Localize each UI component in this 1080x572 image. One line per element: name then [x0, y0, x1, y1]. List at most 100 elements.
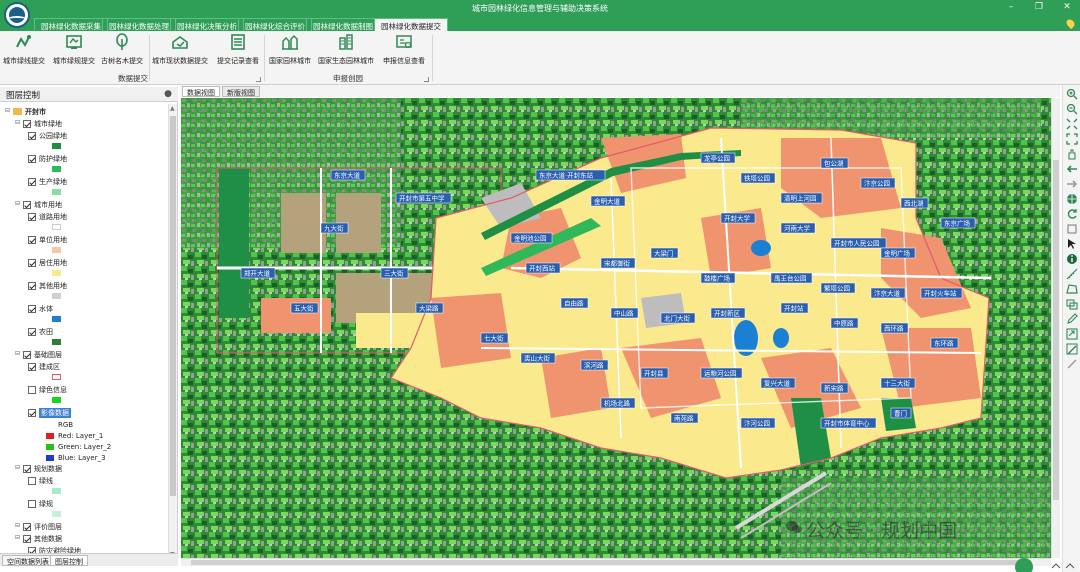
layer-tree-item[interactable]: 单位用地 [28, 234, 67, 245]
pin-icon[interactable]: ● [164, 89, 172, 99]
layer-checkbox[interactable] [23, 350, 31, 359]
layer-checkbox[interactable] [28, 362, 36, 371]
map-view[interactable]: 东京大道 东京大道·开封东站 金明大道 九大街 郑开大道 三大街 五大街 大梁路 七大街 开封市第… [181, 98, 1051, 558]
layer-tree-item[interactable]: 绿线 [28, 475, 53, 486]
close-icon[interactable]: ✕ [1060, 2, 1074, 12]
layer-checkbox[interactable] [28, 177, 36, 186]
collapse-icon[interactable]: ⊟ [14, 465, 21, 472]
layer-tree-item[interactable]: 农田 [28, 326, 53, 337]
green-line-submit-button[interactable]: 城市绿线提交 [2, 33, 46, 71]
layer-stack-icon[interactable] [1066, 298, 1078, 310]
zoom-in-icon[interactable] [1066, 88, 1078, 100]
export-icon[interactable] [1066, 328, 1078, 340]
ruler-icon[interactable] [1066, 358, 1078, 370]
layer-checkbox[interactable] [28, 476, 36, 485]
layer-tree-item[interactable]: 绿规 [28, 498, 53, 509]
layer-tree-item[interactable]: 绿色信息 [28, 384, 67, 395]
tab-decision-analysis[interactable]: 园林绿化决策分析 [170, 18, 244, 31]
minimize-icon[interactable]: – [1004, 2, 1018, 12]
scrollbar-thumb[interactable] [1053, 160, 1059, 500]
back-arrow-icon[interactable] [1066, 163, 1078, 175]
layer-tree-item[interactable]: ⊟ 评价图层 [14, 521, 62, 532]
eraser-icon[interactable] [1066, 343, 1078, 355]
fixed-zoom-in-icon[interactable] [1066, 118, 1078, 130]
status-data-submit-button[interactable]: 城市现状数据提交 [152, 33, 208, 71]
tab-layer-control[interactable]: 图层控制 [50, 555, 88, 566]
collapse-icon[interactable]: ⊟ [14, 535, 21, 542]
scrollbar-thumb[interactable] [170, 116, 176, 496]
layer-checkbox[interactable] [28, 327, 36, 336]
full-extent-globe-icon[interactable] [1066, 193, 1078, 205]
layer-tree-item[interactable]: ⊟ 其他数据 [14, 533, 62, 544]
layer-tree-item[interactable]: 建成区 [28, 361, 60, 372]
layer-checkbox[interactable] [23, 119, 31, 128]
collapse-icon[interactable]: ⊟ [14, 201, 21, 208]
eco-garden-city-button[interactable]: 国家生态园林城市 [316, 33, 376, 71]
group-expander-icon[interactable] [424, 77, 429, 82]
layer-tree-item[interactable]: 居住用地 [28, 257, 67, 268]
collapse-icon[interactable]: ⊟ [14, 120, 21, 127]
map-canvas[interactable]: 东京大道 东京大道·开封东站金明大道九大街郑开大道 三大街五大街 大梁路七大街 开封市第… [181, 98, 1051, 558]
map-horizontal-scrollbar[interactable] [181, 558, 1051, 566]
layer-checkbox[interactable] [28, 258, 36, 267]
garden-city-button[interactable]: 国家园林城市 [268, 33, 312, 71]
layer-checkbox[interactable] [28, 131, 36, 140]
measure-distance-icon[interactable] [1066, 268, 1078, 280]
submit-record-view-button[interactable]: 提交记录查看 [216, 33, 260, 71]
layer-checkbox[interactable] [28, 408, 36, 417]
layer-tree-item[interactable]: 道路用地 [28, 211, 67, 222]
tab-data-processing[interactable]: 园林绿化数据处理 [102, 18, 176, 31]
layer-checkbox[interactable] [23, 522, 31, 531]
tab-data-view[interactable]: 数据视图 [182, 86, 220, 97]
declare-info-view-button[interactable]: 申报信息查看 [380, 33, 428, 71]
collapse-icon[interactable]: ⊟ [4, 108, 11, 115]
layer-tree-item[interactable]: 水体 [28, 303, 53, 314]
zoom-out-icon[interactable] [1066, 103, 1078, 115]
pan-hand-icon[interactable] [1066, 148, 1078, 160]
layer-tree-item[interactable]: ⊟ 规划数据 [14, 463, 62, 474]
tab-mapping[interactable]: 园林绿化数据制图 [306, 18, 380, 31]
layer-panel-scrollbar[interactable]: ▲ ▼ [168, 104, 177, 559]
tab-spatial-data-list[interactable]: 空间数据列表 [2, 555, 54, 566]
group-expander-icon[interactable] [256, 77, 261, 82]
scrollbar-thumb[interactable] [191, 560, 1031, 565]
layer-checkbox[interactable] [28, 212, 36, 221]
layer-checkbox[interactable] [28, 281, 36, 290]
layer-tree-item[interactable]: ⊟ 基础图层 [14, 349, 62, 360]
green-plan-submit-button[interactable]: 城市绿规提交 [52, 33, 96, 71]
layer-tree-item[interactable]: 影像数据 [28, 407, 71, 418]
layer-checkbox[interactable] [23, 200, 31, 209]
layer-checkbox[interactable] [28, 235, 36, 244]
tab-new-view[interactable]: 新版视图 [222, 86, 260, 97]
layer-tree-item[interactable]: 其他用地 [28, 280, 67, 291]
layer-tree-item[interactable]: 公园绿地 [28, 130, 67, 141]
clear-selection-icon[interactable] [1066, 223, 1078, 235]
layer-checkbox[interactable] [28, 154, 36, 163]
measure-area-icon[interactable] [1066, 283, 1078, 295]
layer-checkbox[interactable] [23, 464, 31, 473]
identify-info-icon[interactable] [1066, 253, 1078, 265]
layer-checkbox[interactable] [23, 534, 31, 543]
refresh-icon[interactable] [1066, 208, 1078, 220]
layer-checkbox[interactable] [28, 385, 36, 394]
fixed-zoom-out-icon[interactable] [1066, 133, 1078, 145]
layer-checkbox[interactable] [28, 304, 36, 313]
select-pointer-icon[interactable] [1066, 238, 1078, 250]
layer-tree-item[interactable]: ⊟ 城市绿地 [14, 118, 62, 129]
layer-tree-item[interactable]: ⊟ 城市用地 [14, 199, 62, 210]
tab-data-collection[interactable]: 园林绿化数据采集 [34, 18, 108, 31]
ancient-tree-submit-button[interactable]: 古树名木提交 [100, 33, 144, 71]
edit-icon[interactable] [1066, 313, 1078, 325]
scroll-up-icon[interactable]: ▲ [170, 105, 175, 112]
layer-tree-item[interactable]: ⊟ 开封市 [4, 106, 46, 117]
forward-arrow-icon[interactable] [1066, 178, 1078, 190]
layer-tree-item[interactable]: 生产绿地 [28, 176, 67, 187]
tab-evaluation[interactable]: 园林绿化综合评价 [238, 18, 312, 31]
collapse-icon[interactable]: ⊟ [14, 523, 21, 530]
map-vertical-scrollbar[interactable] [1051, 98, 1060, 558]
maximize-icon[interactable]: ❐ [1032, 2, 1046, 12]
collapse-icon[interactable]: ⊟ [14, 351, 21, 358]
layer-tree-item[interactable]: 防护绿地 [28, 153, 67, 164]
layer-checkbox[interactable] [28, 499, 36, 508]
tab-data-submit[interactable]: 园林绿化数据提交 [374, 18, 448, 31]
